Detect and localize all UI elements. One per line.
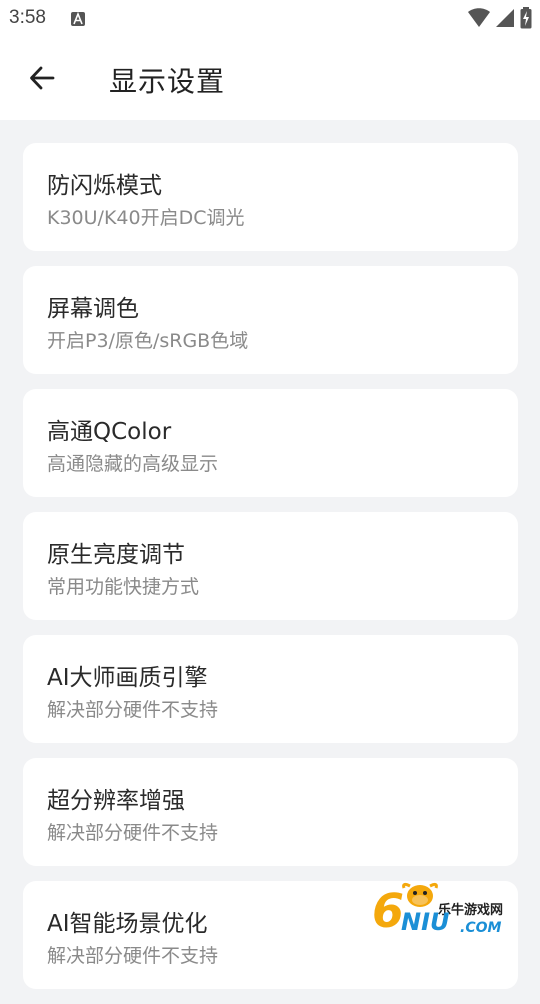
settings-list: 防闪烁模式 K30U/K40开启DC调光 屏幕调色 开启P3/原色/sRGB色域… xyxy=(23,143,518,1004)
setting-subtitle: 解决部分硬件不支持 xyxy=(47,822,219,844)
arrow-left-icon xyxy=(28,64,56,96)
status-time: 3:58 xyxy=(9,7,46,28)
setting-item-screen-color[interactable]: 屏幕调色 开启P3/原色/sRGB色域 xyxy=(23,266,518,374)
setting-item-brightness[interactable]: 原生亮度调节 常用功能快捷方式 xyxy=(23,512,518,620)
setting-title: 超分辨率增强 xyxy=(47,788,185,814)
setting-subtitle: 解决部分硬件不支持 xyxy=(47,699,219,721)
watermark-logo: 6 乐牛游戏网 NIU .COM xyxy=(372,882,522,940)
watermark-digit: 6 xyxy=(372,884,405,938)
setting-item-anti-flicker[interactable]: 防闪烁模式 K30U/K40开启DC调光 xyxy=(23,143,518,251)
setting-subtitle: 高通隐藏的高级显示 xyxy=(47,453,219,475)
setting-title: 原生亮度调节 xyxy=(47,542,185,568)
app-bar: 显示设置 xyxy=(0,38,540,120)
setting-item-ai-picture-engine[interactable]: AI大师画质引擎 解决部分硬件不支持 xyxy=(23,635,518,743)
battery-charging-icon xyxy=(520,7,532,33)
a-notification-icon xyxy=(71,11,85,30)
watermark-brand-en: NIU xyxy=(401,908,450,936)
wifi-icon xyxy=(468,8,490,32)
watermark-domain: .COM xyxy=(460,920,502,936)
signal-icon xyxy=(495,8,515,32)
setting-title: 高通QColor xyxy=(47,419,172,445)
setting-subtitle: 开启P3/原色/sRGB色域 xyxy=(47,330,249,352)
setting-item-super-resolution[interactable]: 超分辨率增强 解决部分硬件不支持 xyxy=(23,758,518,866)
page-title: 显示设置 xyxy=(109,65,226,98)
setting-title: AI智能场景优化 xyxy=(47,911,208,937)
setting-title: AI大师画质引擎 xyxy=(47,665,208,691)
setting-title: 防闪烁模式 xyxy=(47,173,162,199)
setting-title: 屏幕调色 xyxy=(47,296,139,322)
setting-item-qcolor[interactable]: 高通QColor 高通隐藏的高级显示 xyxy=(23,389,518,497)
status-icons xyxy=(468,7,532,33)
back-button[interactable] xyxy=(20,58,64,102)
status-bar: 3:58 xyxy=(0,0,540,38)
setting-subtitle: K30U/K40开启DC调光 xyxy=(47,207,245,229)
setting-subtitle: 常用功能快捷方式 xyxy=(47,576,200,598)
setting-subtitle: 解决部分硬件不支持 xyxy=(47,945,219,967)
